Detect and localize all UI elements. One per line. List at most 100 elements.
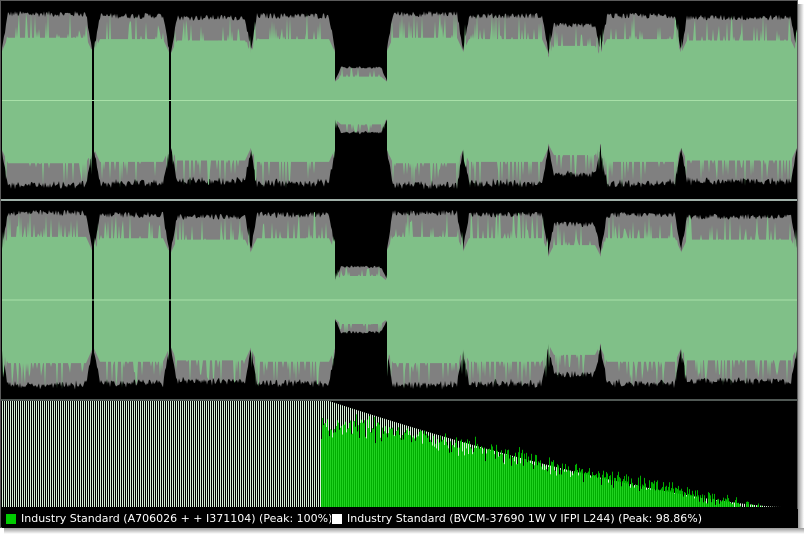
spectrum-bar-measured [678,485,679,507]
spectrum-bar-measured [461,439,462,507]
spectrum-bar-reference [172,401,173,507]
spectrum-bar-measured [631,478,632,507]
spectrum-bar-measured [604,477,605,507]
spectrum-bar-measured [722,500,723,507]
spectrum-bar-reference [8,401,9,507]
spectrum-bar-measured [691,495,692,507]
spectrum-bar-reference [222,401,223,507]
spectrum-bar-reference [210,401,211,507]
spectrum-bar-measured [421,431,422,507]
spectrum-bar-measured [720,501,721,507]
spectrum-bar-measured [541,466,542,507]
spectrum-bar-reference [290,401,291,507]
spectrum-bar-measured [378,422,379,507]
spectrum-bar-measured [598,471,599,507]
spectrum-bar-reference [244,401,245,507]
spectrum-bar-measured [342,434,343,507]
spectrum-bar-measured [468,454,469,507]
spectrum-bar-measured [592,471,593,507]
spectrum-bar-measured [621,486,622,507]
spectrum-bar-reference [226,401,227,507]
spectrum-bar-reference [256,401,257,507]
spectrum-bar-reference [110,401,111,507]
spectrum-bar-measured [491,444,492,507]
spectrum-bar-measured [638,477,639,507]
spectrum-bar-measured [543,464,544,507]
spectrum-bar-measured [443,439,444,507]
spectrum-bar-measured [346,432,347,507]
spectrum-bar-measured [594,475,595,507]
spectrum-bar-measured [679,490,680,507]
spectrum-bar-measured [735,499,736,507]
spectrum-bar-measured [568,466,569,507]
spectrum-bar-measured [538,461,539,507]
spectrum-bar-measured [528,456,529,507]
spectrum-bar-measured [729,501,730,507]
spectrum-bar-measured [582,468,583,507]
spectrum-bar-measured [467,439,468,507]
spectrum-bar-measured [400,437,401,507]
spectrum-bar-measured [577,470,578,507]
spectrum-bar-measured [325,423,326,507]
spectrum-bar-measured [487,449,488,507]
spectrum-bar-measured [352,433,353,507]
spectrum-bar-measured [363,423,364,507]
spectrum-bar-measured [583,482,584,507]
spectrum-bar-measured [761,505,762,507]
spectrum-bar-measured [490,450,491,507]
spectrum-bar-reference [744,503,745,507]
spectrum-bar-reference [20,401,21,507]
spectrum-bar-reference [140,401,141,507]
spectrum-bar-measured [536,455,537,507]
spectrum-bar-measured [389,427,390,507]
spectrum-bar-measured [653,483,654,507]
spectrum-bar-reference [306,401,307,507]
spectrum-bar-measured [419,431,420,507]
spectrum-bar-measured [417,434,418,507]
spectrum-bar-measured [571,471,572,507]
spectrum-bar-measured [715,504,716,507]
spectrum-bar-measured [367,419,368,507]
spectrum-bar-reference [150,401,151,507]
spectrum-bar-measured [410,435,411,507]
spectrum-bar-measured [655,490,656,507]
spectrum-bar-measured [432,445,433,507]
spectrum-bar-measured [539,462,540,507]
spectrum-bar-measured [434,446,435,507]
spectrum-bar-measured [379,424,380,507]
spectrum-bar-measured [579,467,580,507]
spectrum-bar-measured [359,437,360,507]
spectrum-bar-measured [330,429,331,507]
spectrum-bar-measured [486,453,487,507]
spectrum-bar-measured [545,465,546,507]
spectrum-bar-reference [80,401,81,507]
waveform-body [94,214,169,388]
spectrum-bar-measured [535,454,536,507]
white-square-icon [331,512,343,525]
spectrum-bar-reference [756,505,757,507]
spectrum-bar-measured [451,452,452,507]
spectrum-bar-measured [392,427,393,507]
spectrum-bar-measured [656,482,657,507]
spectrum-bar-measured [523,465,524,507]
spectrum-bar-measured [450,441,451,507]
spectrum-bar-reference [178,401,179,507]
spectrum-bar-measured [699,501,700,507]
spectrum-bar-measured [481,446,482,507]
spectrum-bar-measured [415,440,416,507]
spectrum-bar-reference [186,401,187,507]
spectrum-bar-measured [713,498,714,507]
spectrum-bar-reference [272,401,273,507]
spectrum-bar-reference [48,401,49,507]
spectrum-bar-reference [202,401,203,507]
spectrum-bar-measured [488,449,489,507]
spectrum-bar-measured [521,453,522,507]
spectrum-bar-measured [600,478,601,507]
spectrum-bar-reference [122,401,123,507]
spectrum-bar-measured [435,443,436,507]
spectrum-bar-measured [508,449,509,507]
spectrum-bar-reference [766,506,767,507]
spectrum-bar-measured [479,448,480,507]
spectrum-bar-measured [689,489,690,507]
spectrum-bar-reference [260,401,261,507]
